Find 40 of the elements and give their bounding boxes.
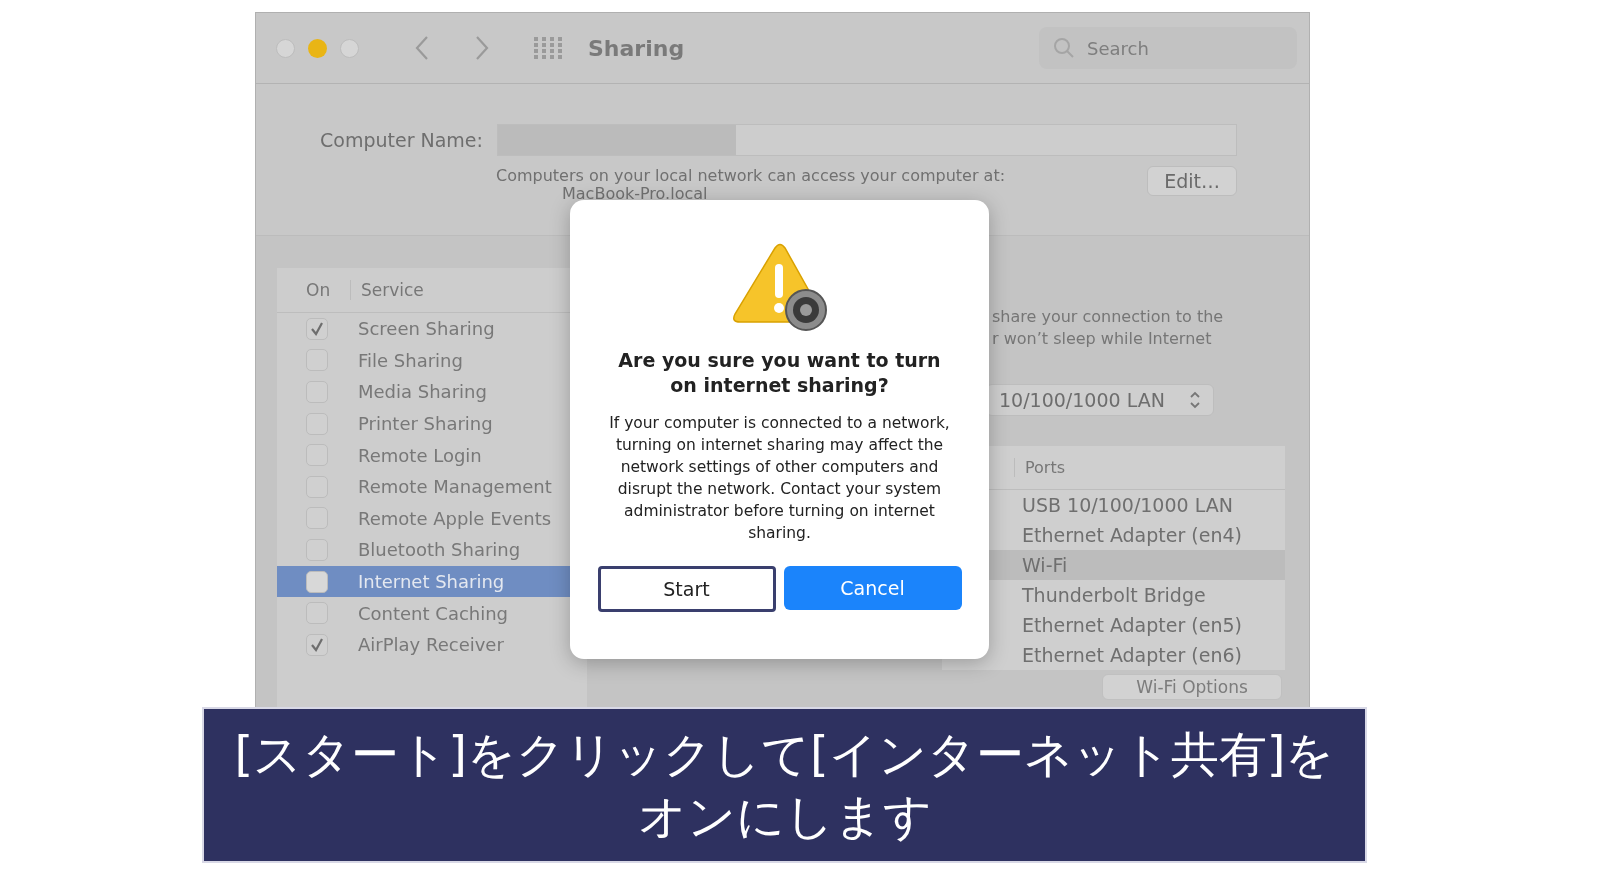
service-row[interactable]: Remote Apple Events [277, 502, 587, 535]
column-header: Ports [1014, 458, 1066, 477]
chevron-icon [1189, 390, 1201, 410]
service-row[interactable]: Content Caching [277, 597, 587, 629]
service-row[interactable]: File Sharing [277, 344, 587, 377]
checkmark-icon [309, 320, 325, 337]
edit-button[interactable]: Edit… [1147, 166, 1237, 196]
service-row[interactable]: AirPlay Receiver [277, 628, 587, 661]
service-row[interactable]: Bluetooth Sharing [277, 534, 587, 566]
close-button[interactable] [276, 38, 295, 58]
column-header: On [277, 280, 351, 300]
description-text: r won’t sleep while Internet [992, 328, 1213, 350]
forward-icon[interactable] [474, 35, 490, 61]
zoom-button[interactable] [340, 38, 359, 58]
checkbox[interactable] [306, 570, 328, 593]
service-row[interactable]: Printer Sharing [277, 407, 587, 440]
service-row[interactable]: Remote Management [277, 470, 587, 503]
caption-text: [スタート]をクリックして[インターネット共有]をオンにします [234, 725, 1335, 846]
checkbox[interactable] [306, 633, 328, 656]
description-text: share your connection to the [992, 306, 1225, 328]
start-button[interactable]: Start [597, 566, 776, 612]
dialog-message: If your computer is connected to a network, turning on internet sharing may affect the network settings of other computers and disrupt the network. Contact your system administrator before turning on internet sharing. [608, 413, 951, 544]
grid-icon[interactable] [534, 37, 564, 59]
checkbox[interactable] [306, 317, 328, 340]
network-address-note: Computers on your local network can access your computer at: [496, 166, 1007, 185]
back-icon[interactable] [414, 35, 430, 61]
dialog-title: Are you sure you want to turn on internet sharing? [617, 348, 942, 398]
service-row[interactable]: Remote Login [277, 439, 587, 471]
search-field[interactable]: Search [1039, 27, 1297, 69]
service-row[interactable]: Screen Sharing [277, 313, 587, 345]
column-header: Service [360, 280, 424, 300]
service-row[interactable]: Media Sharing [277, 376, 587, 408]
minimize-button[interactable] [308, 38, 327, 58]
share-from-dropdown[interactable]: 10/100/1000 LAN [986, 384, 1214, 416]
computer-name-label: Computer Name: [320, 129, 483, 151]
checkmark-icon [309, 636, 325, 653]
wifi-options-button[interactable]: Wi-Fi Options [1102, 674, 1282, 700]
computer-address: MacBook-Pro.local [562, 185, 709, 203]
window-title: Sharing [588, 35, 685, 61]
cancel-button[interactable]: Cancel [783, 566, 962, 610]
